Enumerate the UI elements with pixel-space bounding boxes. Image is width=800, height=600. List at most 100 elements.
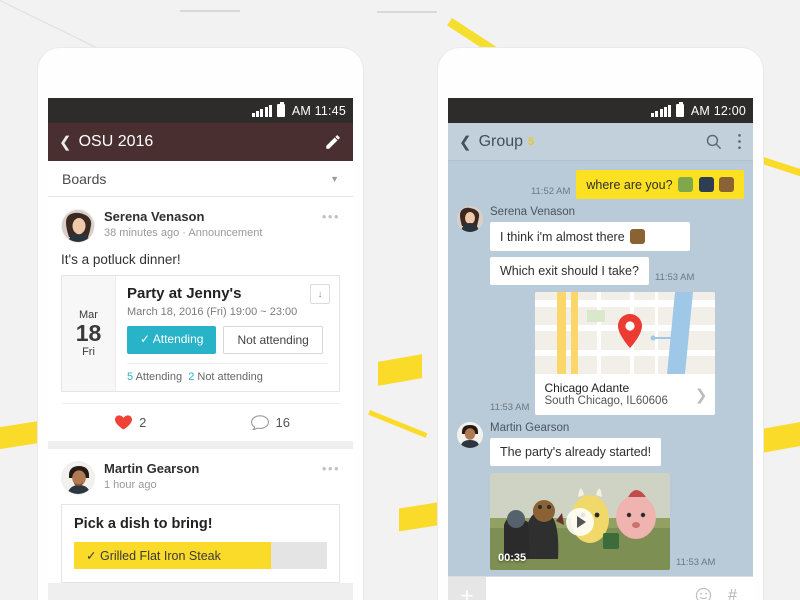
like-count: 2 [139,415,147,430]
status-time: AM 12:00 [690,103,746,118]
incoming-stack: Martin Gearson The party's already start… [490,422,662,466]
post-author: Martin Gearson [104,461,200,476]
post-feed[interactable]: Serena Venason 38 minutes ago · Announce… [48,197,353,600]
chevron-right-icon[interactable]: ❯ [695,386,708,404]
post-meta: 1 hour ago [104,478,157,491]
event-attendance-counts: 5 Attending 2 Not attending [127,363,328,391]
avatar-martin[interactable] [61,461,95,495]
event-weekday: Fri [82,346,95,359]
status-bar-left: AM 11:45 [48,98,353,123]
attending-label: Attending [152,332,204,346]
location-address: South Chicago, IL60606 [544,395,668,407]
chat-message-list[interactable]: 11:52 AM where are you? Serena Venason I… [448,161,753,576]
message-bubble-outgoing[interactable]: where are you? [576,170,744,199]
comment-icon [250,415,269,430]
message-text: I think i'm almost there [500,230,625,244]
avatar-martin[interactable] [457,422,483,448]
plus-icon[interactable]: + [448,576,486,600]
event-title: Party at Jenny's [127,285,242,302]
message-bubble-incoming[interactable]: The party's already started! [490,438,662,466]
message-time: 11:53 AM [654,272,695,283]
more-options-icon[interactable]: ••• [322,461,340,476]
play-icon[interactable] [566,507,594,536]
poll-title: Pick a dish to bring! [74,516,213,532]
phone-right-chat: AM 12:00 ❮ Group 5 11:52 AM where are yo… [438,48,763,600]
poll-card[interactable]: Pick a dish to bring! ✓ Grilled Flat Iro… [61,504,340,583]
video-message[interactable]: 00:35 [490,473,670,570]
decor-yellow-parallelogram-mid-top [378,354,422,386]
screen-left: AM 11:45 ❮ OSU 2016 Boards ▼ Serena Vena… [48,98,353,600]
event-date-block: Mar 18 Fri [62,276,116,391]
post-text: It's a potluck dinner! [61,252,181,267]
signal-bars-icon [252,104,272,117]
poll-option-label-wrap: ✓ Grilled Flat Iron Steak [74,548,221,563]
comment-button[interactable]: 16 [201,404,341,441]
chevron-left-icon[interactable]: ❮ [459,133,472,151]
post-author-block: Serena Venason 38 minutes ago · Announce… [104,209,262,242]
post-meta: 38 minutes ago · Announcement [104,226,263,239]
more-options-icon[interactable]: ••• [322,209,340,224]
sticker-bear [630,229,646,244]
screen-right: AM 12:00 ❮ Group 5 11:52 AM where are yo… [448,98,753,600]
avatar-serena[interactable] [61,209,95,243]
chat-title: Group [478,132,524,150]
incoming-stack: Serena Venason I think i'm almost there … [490,206,700,285]
message-time: 11:53 AM [676,557,716,568]
event-day: 18 [75,319,102,346]
sticker-bear [719,177,734,192]
message-text: where are you? [586,178,673,192]
decor-yellow-parallelogram-mid-bottom [399,501,443,532]
heart-icon [115,415,133,430]
attending-count: 5 [127,371,134,383]
comment-count: 16 [275,415,290,430]
status-bar-right: AM 12:00 [448,98,753,123]
hash-icon[interactable]: # [728,587,737,600]
page-title: OSU 2016 [78,133,154,150]
sticker-blue [698,177,714,192]
message-row-incoming-2: Which exit should I take? 11:53 AM [490,257,700,285]
poll-option-label: Grilled Flat Iron Steak [99,549,221,563]
map-thumbnail [535,292,716,374]
boards-selector[interactable]: Boards ▼ [48,161,353,197]
battery-icon [276,102,285,117]
not-attending-button[interactable]: Not attending [223,326,323,354]
poll-option-row[interactable]: ✓ Grilled Flat Iron Steak [74,542,327,569]
attending-button[interactable]: ✓ Attending [127,326,217,354]
post-header: Martin Gearson 1 hour ago ••• [61,461,340,495]
location-info: Chicago Adante South Chicago, IL60606 ❯ [535,374,715,415]
avatar-serena[interactable] [457,206,483,232]
search-icon[interactable] [705,133,722,150]
message-bubble-incoming[interactable]: I think i'm almost there [490,222,690,251]
message-row-video: 00:35 11:53 AM [490,473,744,570]
message-row-incoming-martin: Martin Gearson The party's already start… [457,422,744,466]
message-row-incoming-serena: Serena Venason I think i'm almost there … [457,206,744,285]
more-vertical-icon[interactable] [737,133,742,150]
message-row-outgoing: 11:52 AM where are you? [457,170,744,199]
message-sender: Serena Venason [490,206,576,218]
battery-icon [675,102,684,117]
location-name: Chicago Adante [544,381,630,395]
not-attending-count: 2 [188,371,195,383]
post-header: Serena Venason 38 minutes ago · Announce… [61,209,340,243]
post-reactions: 2 16 [61,403,340,441]
event-body: ↓ Party at Jenny's March 18, 2016 (Fri) … [116,276,339,391]
phone-left-board: AM 11:45 ❮ OSU 2016 Boards ▼ Serena Vena… [38,48,363,600]
download-icon[interactable]: ↓ [310,284,330,304]
like-button[interactable]: 2 [61,404,201,441]
chat-header: ❮ Group 5 [448,123,753,161]
location-card[interactable]: Chicago Adante South Chicago, IL60606 ❯ [535,292,716,415]
chevron-left-icon[interactable]: ❮ [59,133,72,151]
sticker-green [678,177,694,192]
message-bubble-incoming[interactable]: Which exit should I take? [490,257,649,285]
post-author: Serena Venason [104,209,205,224]
decor-gray-tick-left [180,10,240,12]
event-card[interactable]: Mar 18 Fri ↓ Party at Jenny's March 18, … [61,275,340,392]
emoji-icon[interactable] [695,587,712,600]
boards-label: Boards [62,170,107,187]
pencil-icon[interactable] [324,133,342,151]
event-datetime: March 18, 2016 (Fri) 19:00 ~ 23:00 [127,306,298,318]
message-input[interactable] [486,577,696,600]
chevron-down-icon: ▼ [330,173,339,184]
app-header-left: ❮ OSU 2016 [48,123,353,161]
status-time: AM 11:45 [291,103,346,118]
